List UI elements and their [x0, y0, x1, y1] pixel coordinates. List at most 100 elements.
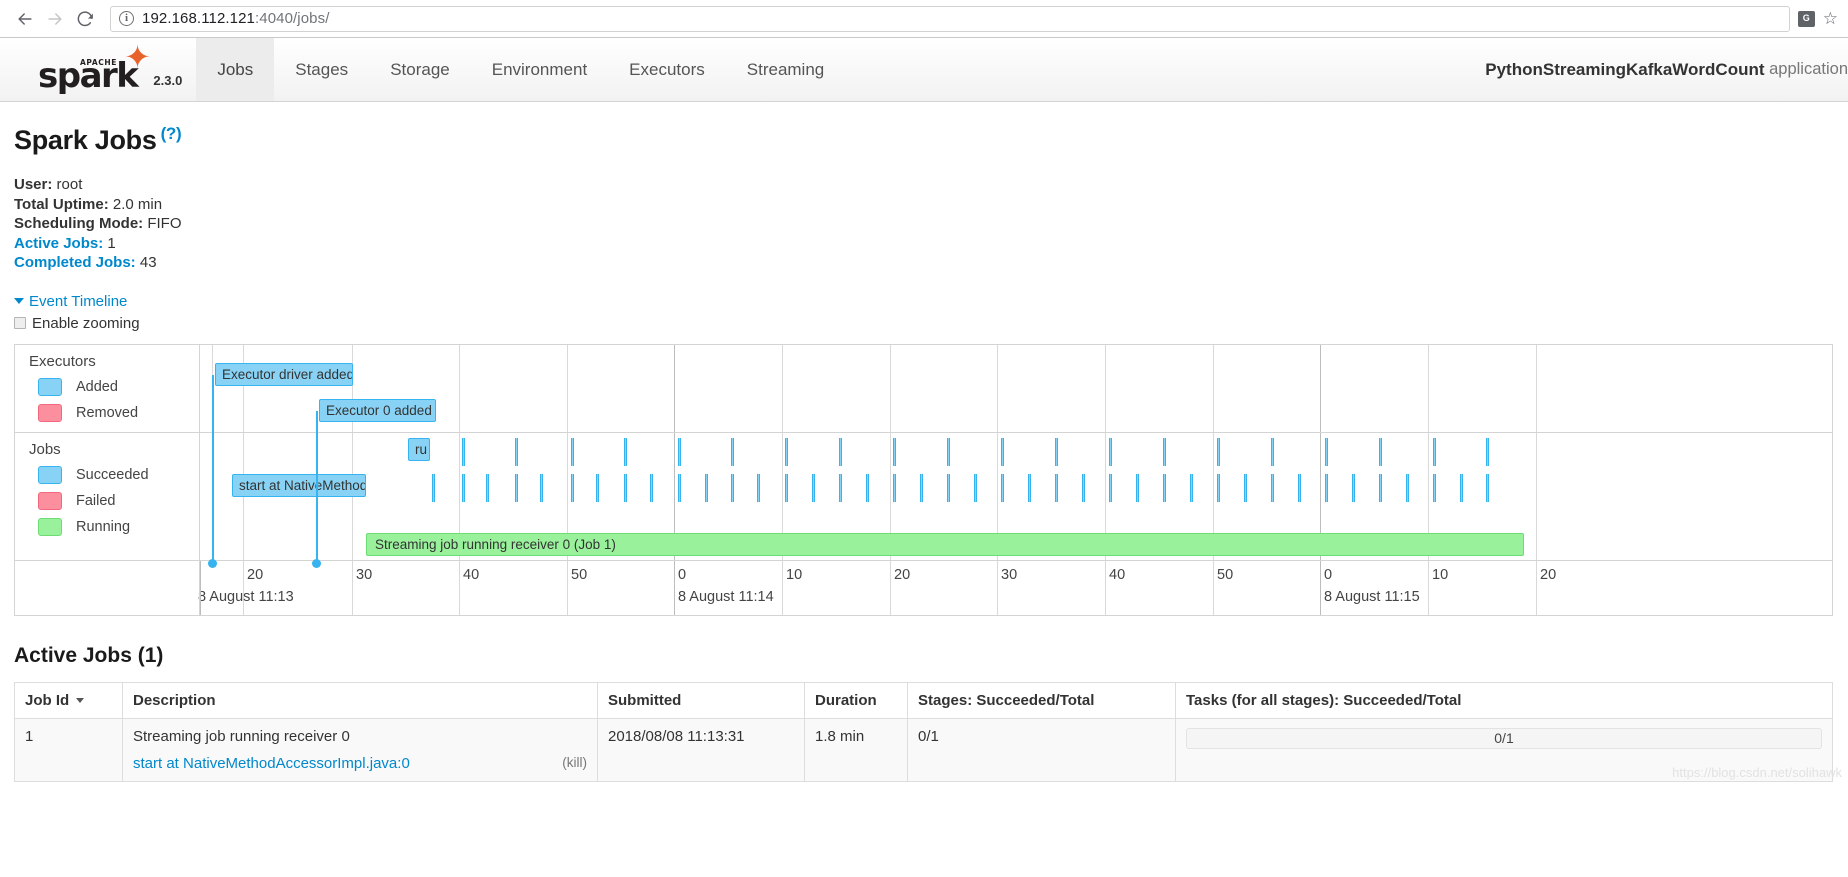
timeline-job-tick[interactable]	[515, 473, 518, 502]
sort-caret-icon[interactable]	[76, 697, 85, 703]
timeline-job-tick[interactable]	[785, 437, 788, 466]
timeline-executor-event[interactable]: Executor driver added	[215, 362, 353, 386]
timeline-job-tick[interactable]	[731, 437, 734, 466]
translate-icon[interactable]: G	[1797, 10, 1815, 27]
column-header-description[interactable]: Description	[122, 681, 598, 719]
summary-completed-jobs-label[interactable]: Completed Jobs:	[14, 254, 136, 271]
timeline-job-tick[interactable]	[1163, 437, 1166, 466]
tab-storage[interactable]: Storage	[369, 38, 471, 101]
timeline-executor-event[interactable]: Executor 0 added	[319, 398, 436, 422]
timeline-job-tick[interactable]	[462, 473, 465, 502]
timeline-job-tick[interactable]	[540, 473, 543, 502]
timeline-job-tick[interactable]	[1406, 473, 1409, 502]
kill-job-link[interactable]: (kill)	[562, 755, 587, 772]
timeline-job-tick[interactable]	[1325, 437, 1328, 466]
tab-executors[interactable]: Executors	[608, 38, 726, 101]
timeline-job-tick[interactable]	[624, 437, 627, 466]
timeline-job-tick[interactable]	[650, 473, 653, 502]
timeline-job-tick[interactable]	[1433, 437, 1436, 466]
column-header-duration[interactable]: Duration	[804, 681, 908, 719]
column-header-job-id[interactable]: Job Id	[14, 681, 123, 719]
job-detail-link[interactable]: start at NativeMethodAccessorImpl.java:0	[133, 755, 410, 772]
timeline-job-tick[interactable]	[571, 437, 574, 466]
timeline-job-tick[interactable]	[1055, 473, 1058, 502]
timeline-job-tick[interactable]	[893, 437, 896, 466]
timeline-job-tick[interactable]	[1379, 437, 1382, 466]
timeline-job-tick[interactable]	[1028, 473, 1031, 502]
tab-jobs[interactable]: Jobs	[196, 38, 275, 101]
back-arrow-icon[interactable]	[10, 4, 40, 34]
timeline-job-tick[interactable]	[1244, 473, 1247, 502]
timeline-job-tick[interactable]	[731, 473, 734, 502]
spark-logo[interactable]: APACHE spark ✦ 2.3.0	[0, 38, 196, 101]
timeline-job-tick[interactable]	[1055, 437, 1058, 466]
timeline-job-tick[interactable]	[432, 473, 435, 502]
site-info-icon[interactable]: i	[119, 11, 134, 26]
tab-streaming[interactable]: Streaming	[726, 38, 845, 101]
timeline-job-tick[interactable]	[893, 473, 896, 502]
timeline-job-tick[interactable]	[596, 473, 599, 502]
column-header-stages[interactable]: Stages: Succeeded/Total	[907, 681, 1176, 719]
timeline-job-tick[interactable]	[1109, 437, 1112, 466]
timeline-job-tick[interactable]	[1163, 473, 1166, 502]
timeline-job-tick[interactable]	[462, 437, 465, 466]
timeline-job-tick[interactable]	[1082, 473, 1085, 502]
event-timeline[interactable]: Executors Added Removed Executor driver …	[14, 343, 1833, 616]
timeline-job-tick[interactable]	[1379, 473, 1382, 502]
help-link-icon[interactable]: (?)	[161, 124, 182, 143]
timeline-job-tick[interactable]	[1325, 473, 1328, 502]
timeline-job-tick[interactable]	[1001, 473, 1004, 502]
timeline-job-tick[interactable]	[1298, 473, 1301, 502]
timeline-job-tick[interactable]	[1217, 473, 1220, 502]
address-bar-url: 192.168.112.121:4040/jobs/	[142, 10, 330, 27]
timeline-job-event[interactable]: ru	[408, 437, 430, 461]
timeline-job-tick[interactable]	[678, 437, 681, 466]
timeline-job-tick[interactable]	[785, 473, 788, 502]
timeline-job-tick[interactable]	[812, 473, 815, 502]
timeline-job-tick[interactable]	[1433, 473, 1436, 502]
enable-zooming-checkbox[interactable]	[14, 317, 26, 329]
summary-active-jobs-label[interactable]: Active Jobs:	[14, 235, 103, 252]
timeline-job-tick[interactable]	[1460, 473, 1463, 502]
timeline-job-tick[interactable]	[571, 473, 574, 502]
timeline-job-tick[interactable]	[866, 473, 869, 502]
address-bar[interactable]: i 192.168.112.121:4040/jobs/	[110, 5, 1790, 32]
timeline-job-tick[interactable]	[1352, 473, 1355, 502]
timeline-job-tick[interactable]	[515, 437, 518, 466]
timeline-job-tick[interactable]	[1217, 437, 1220, 466]
timeline-jobs-track[interactable]: ru start at NativeMethodAccessorImpl.java…	[200, 432, 1832, 560]
timeline-job-tick[interactable]	[947, 437, 950, 466]
timeline-executors-row: Executors Added Removed Executor driver …	[15, 344, 1832, 433]
timeline-job-tick[interactable]	[1486, 437, 1489, 466]
timeline-job-tick[interactable]	[1001, 437, 1004, 466]
timeline-job-tick[interactable]	[839, 473, 842, 502]
column-header-submitted[interactable]: Submitted	[597, 681, 805, 719]
timeline-job-event[interactable]: start at NativeMethodAccessorImpl.java:0	[232, 473, 366, 497]
timeline-job-tick[interactable]	[1486, 473, 1489, 502]
timeline-job-tick[interactable]	[1271, 437, 1274, 466]
event-timeline-toggle[interactable]: Event Timeline	[14, 293, 127, 310]
timeline-job-tick[interactable]	[839, 437, 842, 466]
bookmark-star-icon[interactable]: ☆	[1823, 10, 1838, 27]
timeline-job-tick[interactable]	[1136, 473, 1139, 502]
tab-environment[interactable]: Environment	[471, 38, 608, 101]
reload-icon[interactable]	[70, 4, 100, 34]
timeline-job-tick[interactable]	[920, 473, 923, 502]
summary-completed-jobs[interactable]: Completed Jobs: 43	[14, 253, 1834, 273]
timeline-executors-track[interactable]: Executor driver added Executor 0 added	[200, 344, 1832, 432]
timeline-job-tick[interactable]	[1271, 473, 1274, 502]
tab-stages[interactable]: Stages	[274, 38, 369, 101]
timeline-job-tick[interactable]	[757, 473, 760, 502]
summary-active-jobs[interactable]: Active Jobs: 1	[14, 234, 1834, 254]
timeline-job-tick[interactable]	[705, 473, 708, 502]
timeline-job-tick[interactable]	[486, 473, 489, 502]
enable-zooming-row[interactable]: Enable zooming	[14, 315, 1834, 332]
timeline-running-job-bar[interactable]: Streaming job running receiver 0 (Job 1)	[366, 532, 1524, 556]
timeline-job-tick[interactable]	[624, 473, 627, 502]
timeline-job-tick[interactable]	[947, 473, 950, 502]
timeline-job-tick[interactable]	[974, 473, 977, 502]
timeline-job-tick[interactable]	[678, 473, 681, 502]
timeline-job-tick[interactable]	[1190, 473, 1193, 502]
column-header-tasks[interactable]: Tasks (for all stages): Succeeded/Total	[1175, 681, 1833, 719]
timeline-job-tick[interactable]	[1109, 473, 1112, 502]
